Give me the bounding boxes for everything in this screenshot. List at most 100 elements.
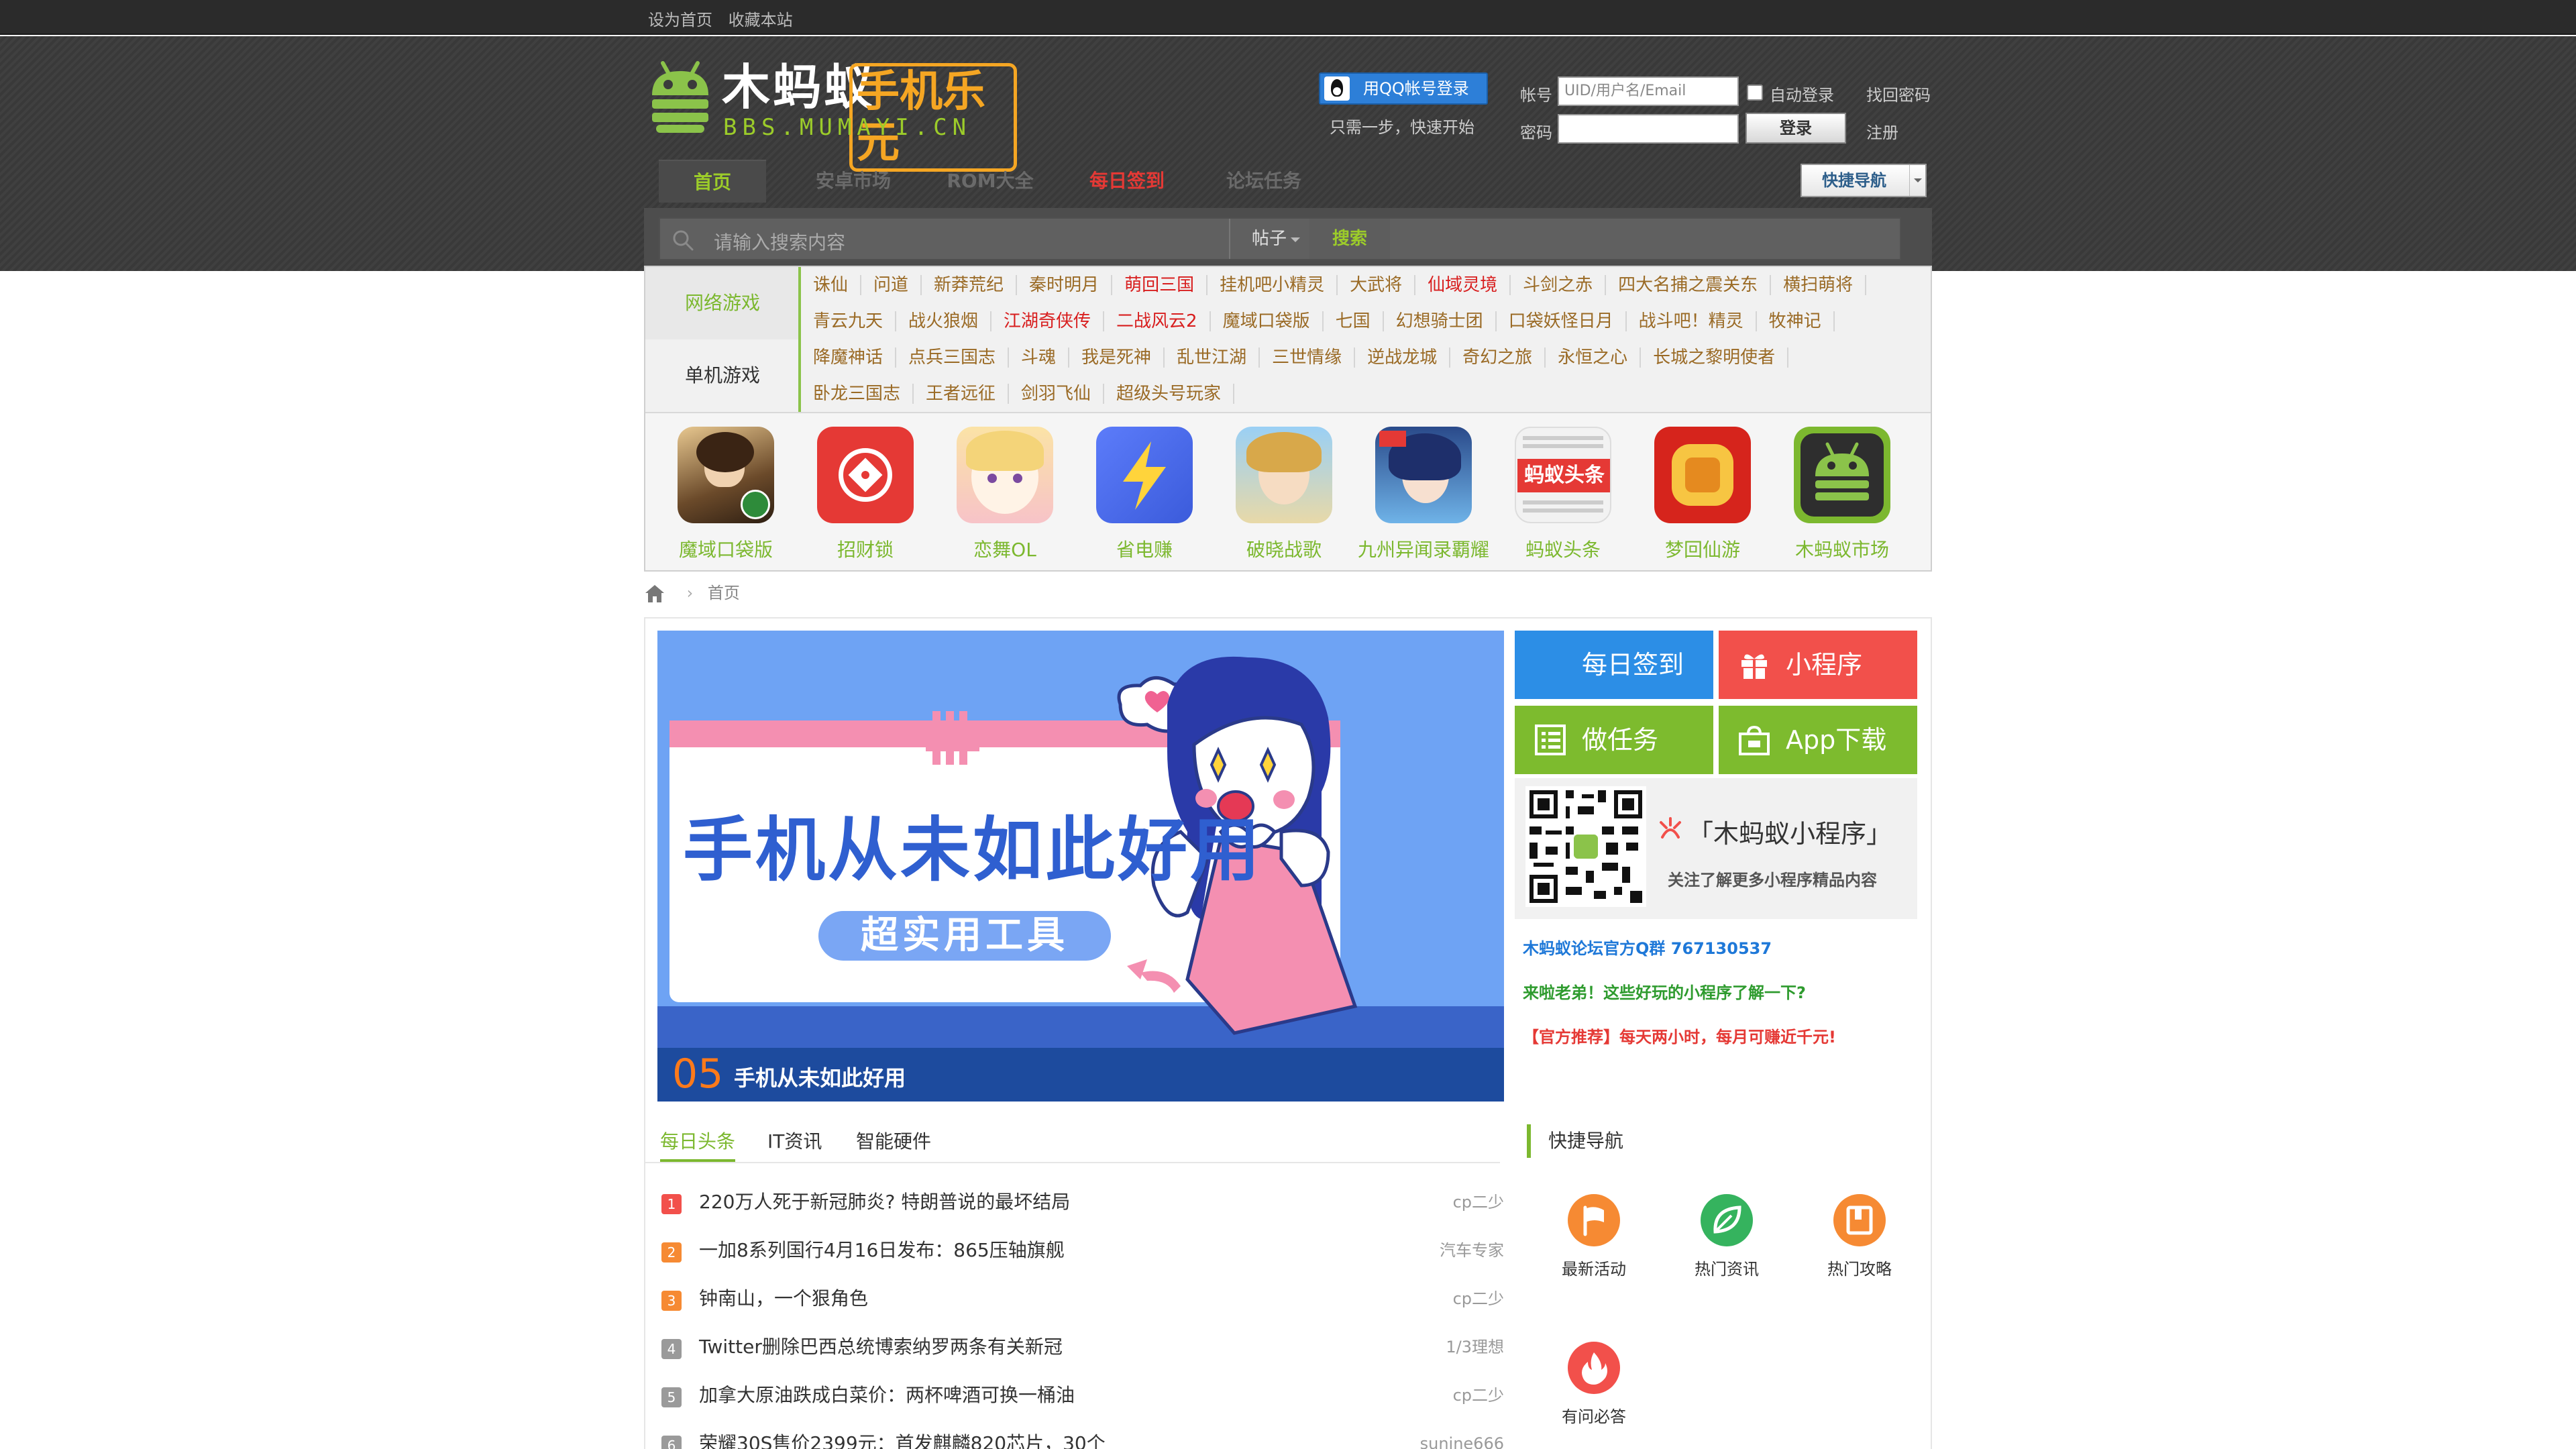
game-link[interactable]: 斗剑之赤	[1511, 275, 1607, 295]
game-link[interactable]: 青云九天	[813, 311, 897, 331]
game-link[interactable]: 秦时明月	[1017, 275, 1113, 295]
game-link[interactable]: 牧神记	[1756, 311, 1835, 331]
app-tile[interactable]: 破晓战歌	[1214, 427, 1354, 562]
quick-nav-latest-events[interactable]: 最新活动	[1540, 1194, 1648, 1279]
app-tile[interactable]: 蚂蚁头条 蚂蚁头条	[1493, 427, 1633, 562]
game-link[interactable]: 逆战龙城	[1355, 347, 1451, 368]
nav-home[interactable]: 首页	[659, 160, 766, 203]
app-tile[interactable]: 省电赚	[1075, 427, 1214, 562]
category-online-games[interactable]: 网络游戏	[645, 267, 800, 339]
app-download-tile[interactable]: App下载	[1719, 706, 1917, 774]
news-item[interactable]: 6 荣耀30S售价2399元：首发麒麟820芯片，30个 sunine666	[661, 1419, 1504, 1449]
search-input[interactable]: 请输入搜索内容 帖子 搜索	[659, 217, 1901, 260]
game-link[interactable]: 萌回三国	[1112, 275, 1208, 295]
app-tile[interactable]: 恋舞OL	[935, 427, 1075, 562]
tab-smart-hardware[interactable]: 智能硬件	[856, 1122, 931, 1162]
game-link[interactable]: 永恒之心	[1546, 347, 1642, 368]
game-link[interactable]: 卧龙三国志	[813, 384, 914, 404]
app-tile[interactable]: 九州异闻录覇耀	[1354, 427, 1493, 562]
app-tile[interactable]: 招财锁	[796, 427, 935, 562]
search-type-select[interactable]: 帖子	[1229, 219, 1309, 259]
quick-nav-hot-guides[interactable]: 热门攻略	[1806, 1194, 1913, 1279]
news-item[interactable]: 1 220万人死于新冠肺炎? 特朗普说的最坏结局 cp二少	[661, 1178, 1504, 1226]
search-button[interactable]: 搜索	[1309, 219, 1390, 259]
news-author: cp二少	[1452, 1289, 1504, 1308]
find-password-link[interactable]: 找回密码	[1866, 82, 1931, 105]
news-rank: 4	[661, 1339, 682, 1359]
set-home-link[interactable]: 设为首页	[648, 11, 712, 30]
dawn-war-game-icon	[1236, 427, 1332, 523]
quick-nav-dropdown[interactable]: 快捷导航	[1801, 164, 1927, 197]
game-link[interactable]: 魔域口袋版	[1210, 311, 1324, 331]
game-link[interactable]: 乱世江湖	[1165, 347, 1260, 368]
game-link[interactable]: 横扫萌将	[1771, 275, 1867, 295]
mini-program-qr-card[interactable]: 「木蚂蚁小程序」 关注了解更多小程序精品内容	[1515, 778, 1917, 919]
mini-program-tile[interactable]: 小程序	[1719, 631, 1917, 699]
game-link[interactable]: 降魔神话	[813, 347, 897, 368]
game-link[interactable]: 我是死神	[1069, 347, 1165, 368]
game-link[interactable]: 仙域灵境	[1415, 275, 1511, 295]
nav-rom[interactable]: ROM大全	[943, 160, 1037, 203]
game-link[interactable]: 挂机吧小精灵	[1208, 275, 1338, 295]
app-tile[interactable]: 梦回仙游	[1633, 427, 1772, 562]
game-link[interactable]: 四大名捕之震关东	[1606, 275, 1772, 295]
game-link[interactable]: 大武将	[1338, 275, 1416, 295]
game-link[interactable]: 三世情缘	[1260, 347, 1356, 368]
bookmark-link[interactable]: 收藏本站	[729, 11, 793, 30]
game-link[interactable]: 奇幻之旅	[1450, 347, 1546, 368]
register-link[interactable]: 注册	[1866, 119, 1898, 143]
quick-nav-qa[interactable]: 有问必答	[1540, 1342, 1648, 1427]
game-link[interactable]: 战火狼烟	[896, 311, 992, 331]
news-title: 荣耀30S售价2399元：首发麒麟820芯片，30个	[699, 1432, 1106, 1449]
game-link[interactable]: 点兵三国志	[896, 347, 1010, 368]
game-link[interactable]: 战斗吧！精灵	[1626, 311, 1757, 331]
site-logo[interactable]: 木蚂蚁 手机乐元 BBS.MUMAYI.CN	[648, 56, 1017, 172]
game-row: 诛仙 问道 新莽荒纪 秦时明月 萌回三国 挂机吧小精灵 大武将 仙域灵境 斗剑之赤 四大名捕之震关…	[813, 267, 1867, 303]
login-button[interactable]: 登录	[1746, 113, 1846, 144]
news-item[interactable]: 2 一加8系列国行4月16日发布：865压轴旗舰 汽车专家	[661, 1226, 1504, 1275]
home-icon[interactable]	[644, 584, 665, 604]
nav-android-market[interactable]: 安卓市场	[806, 160, 900, 203]
game-link[interactable]: 问道	[861, 275, 922, 295]
password-input[interactable]	[1558, 114, 1739, 144]
app-tile[interactable]: 木蚂蚁市场	[1772, 427, 1912, 562]
game-link[interactable]: 诛仙	[813, 275, 862, 295]
promo-link-mini-games[interactable]: 来啦老弟！这些好玩的小程序了解一下?	[1523, 979, 1806, 1003]
nav-daily-checkin[interactable]: 每日签到	[1080, 160, 1174, 203]
game-link[interactable]: 新莽荒纪	[922, 275, 1018, 295]
news-item[interactable]: 4 Twitter删除巴西总统博索纳罗两条有关新冠 1/3理想	[661, 1323, 1504, 1371]
breadcrumb-home[interactable]: 首页	[708, 584, 740, 602]
category-single-games[interactable]: 单机游戏	[645, 339, 800, 412]
news-author: cp二少	[1452, 1193, 1504, 1212]
ant-headlines-icon: 蚂蚁头条	[1515, 427, 1611, 523]
quick-nav-hot-news[interactable]: 热门资讯	[1673, 1194, 1780, 1279]
tab-daily-headlines[interactable]: 每日头条	[660, 1122, 736, 1162]
daily-checkin-tile[interactable]: 每日签到	[1515, 631, 1713, 699]
qq-login-button[interactable]: 用QQ帐号登录	[1319, 72, 1488, 105]
game-row: 降魔神话 点兵三国志 斗魂 我是死神 乱世江湖 三世情缘 逆战龙城 奇幻之旅 永恒之心 长城之黎明…	[813, 339, 1789, 376]
game-link[interactable]: 王者远征	[914, 384, 1010, 404]
banner-carousel[interactable]: 手机从未如此好用 超实用工具 05 手机从未如此好用	[657, 631, 1504, 1102]
account-input[interactable]: UID/用户名/Email	[1558, 76, 1739, 106]
account-label: 帐号	[1520, 86, 1552, 105]
nav-forum-tasks[interactable]: 论坛任务	[1217, 160, 1311, 203]
store-bag-icon	[1739, 725, 1770, 755]
promo-link-qq-group[interactable]: 木蚂蚁论坛官方Q群 767130537	[1523, 935, 1772, 959]
game-link[interactable]: 斗魂	[1009, 347, 1070, 368]
game-link[interactable]: 幻想骑士团	[1383, 311, 1497, 331]
auto-login-checkbox[interactable]	[1747, 85, 1763, 101]
news-item[interactable]: 5 加拿大原油跌成白菜价：两杯啤酒可换一桶油 cp二少	[661, 1371, 1504, 1419]
game-link[interactable]: 口袋妖怪日月	[1496, 311, 1627, 331]
app-tile[interactable]: 魔域口袋版	[656, 427, 796, 562]
news-item[interactable]: 3 钟南山，一个狠角色 cp二少	[661, 1275, 1504, 1323]
dream-xian-game-icon	[1654, 427, 1751, 523]
promo-link-official[interactable]: 【官方推荐】每天两小时，每月可赚近千元!	[1523, 1024, 1836, 1047]
game-link[interactable]: 七国	[1323, 311, 1384, 331]
game-link[interactable]: 长城之黎明使者	[1641, 347, 1789, 368]
tab-it-news[interactable]: IT资讯	[767, 1122, 822, 1162]
game-link[interactable]: 剑羽飞仙	[1009, 384, 1105, 404]
game-link[interactable]: 二战风云2	[1104, 311, 1211, 331]
game-link[interactable]: 江湖奇侠传	[991, 311, 1105, 331]
game-link[interactable]: 超级头号玩家	[1104, 384, 1235, 404]
task-tile[interactable]: 做任务	[1515, 706, 1713, 774]
